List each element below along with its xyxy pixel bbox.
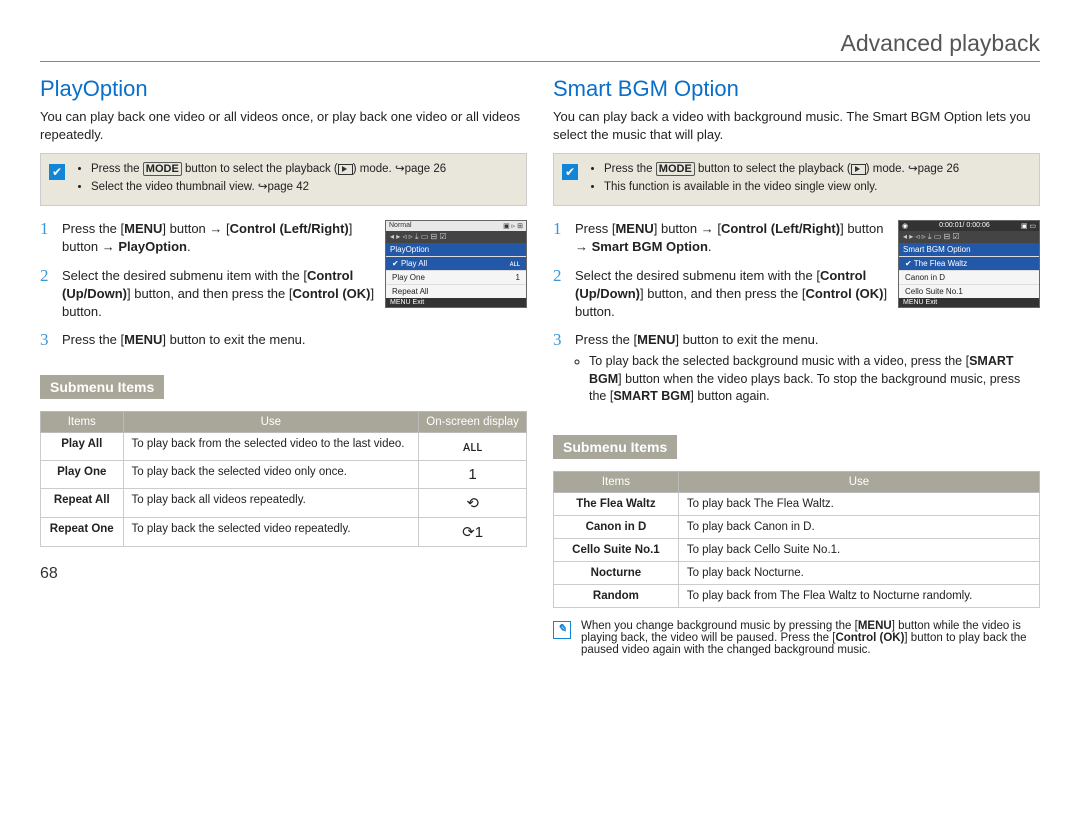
smartbgm-prelist: Press the MODE button to select the play… (588, 162, 959, 197)
osd-icon: ᴀʟʟ (419, 433, 527, 461)
th-use: Use (123, 412, 419, 433)
page-number: 68 (40, 565, 527, 583)
table-row: Play AllTo play back from the selected v… (41, 433, 527, 461)
table-row: The Flea WaltzTo play back The Flea Walt… (554, 492, 1040, 515)
th-use: Use (678, 471, 1039, 492)
step-num-1: 1 (40, 220, 54, 256)
table-row: RandomTo play back from The Flea Waltz t… (554, 584, 1040, 607)
step-3: Press the [MENU] button to exit the menu… (575, 331, 1040, 409)
th-items: Items (554, 471, 679, 492)
page-header: Advanced playback (40, 30, 1040, 62)
step-3-bullet: To play back the selected background mus… (589, 353, 1040, 406)
playoption-intro: You can play back one video or all video… (40, 108, 527, 143)
th-osd: On-screen display (419, 412, 527, 433)
osd-icon: ⟳1 (419, 518, 527, 547)
smartbgm-prebox: ✔ Press the MODE button to select the pl… (553, 153, 1040, 206)
table-row: Canon in DTo play back Canon in D. (554, 515, 1040, 538)
table-row: Repeat OneTo play back the selected vide… (41, 518, 527, 547)
playoption-steps: 1 Press the [MENU] button → [Control (Le… (40, 220, 527, 349)
smartbgm-intro: You can play back a video with backgroun… (553, 108, 1040, 143)
pre-line2: This function is available in the video … (604, 180, 959, 196)
step-num-3: 3 (553, 331, 567, 409)
table-row: Cello Suite No.1To play back Cello Suite… (554, 538, 1040, 561)
submenu-header: Submenu Items (553, 435, 677, 459)
pre-line1: Press the MODE button to select the play… (604, 162, 959, 178)
playoption-prebox: ✔ Press the MODE button to select the pl… (40, 153, 527, 206)
mode-key: MODE (143, 162, 182, 176)
step-1: Press [MENU] button → [Control (Left/Rig… (575, 220, 890, 256)
step-num-2: 2 (553, 267, 567, 322)
check-icon: ✔ (562, 164, 578, 180)
playoption-table: Items Use On-screen display Play AllTo p… (40, 411, 527, 547)
submenu-header: Submenu Items (40, 375, 164, 399)
table-row: NocturneTo play back Nocturne. (554, 561, 1040, 584)
osd-icon: ⟲ (419, 489, 527, 518)
step-num-3: 3 (40, 331, 54, 349)
step-2: Select the desired submenu item with the… (62, 267, 377, 322)
note-icon: ✎ (553, 621, 571, 639)
mode-key: MODE (656, 162, 695, 176)
pre-line2: Select the video thumbnail view. ↪page 4… (91, 180, 446, 196)
step-2: Select the desired submenu item with the… (575, 267, 890, 322)
left-column: PlayOption You can play back one video o… (40, 74, 527, 656)
smartbgm-title: Smart BGM Option (553, 76, 1040, 102)
table-row: Play OneTo play back the selected video … (41, 461, 527, 489)
smartbgm-steps: 1 Press [MENU] button → [Control (Left/R… (553, 220, 1040, 409)
step-num-1: 1 (553, 220, 567, 256)
th-items: Items (41, 412, 124, 433)
playoption-prelist: Press the MODE button to select the play… (75, 162, 446, 197)
right-column: Smart BGM Option You can play back a vid… (553, 74, 1040, 656)
page-title: Advanced playback (40, 30, 1040, 57)
bgm-note-text: When you change background music by pres… (581, 620, 1040, 656)
pre-line1: Press the MODE button to select the play… (91, 162, 446, 178)
step-3: Press the [MENU] button to exit the menu… (62, 331, 527, 349)
playback-icon (338, 164, 353, 175)
step-num-2: 2 (40, 267, 54, 322)
step-1: Press the [MENU] button → [Control (Left… (62, 220, 377, 256)
bgm-note: ✎ When you change background music by pr… (553, 620, 1040, 656)
osd-icon: 1 (419, 461, 527, 489)
playback-icon (851, 164, 866, 175)
table-row: Repeat AllTo play back all videos repeat… (41, 489, 527, 518)
smartbgm-table: Items Use The Flea WaltzTo play back The… (553, 471, 1040, 608)
playoption-title: PlayOption (40, 76, 527, 102)
check-icon: ✔ (49, 164, 65, 180)
